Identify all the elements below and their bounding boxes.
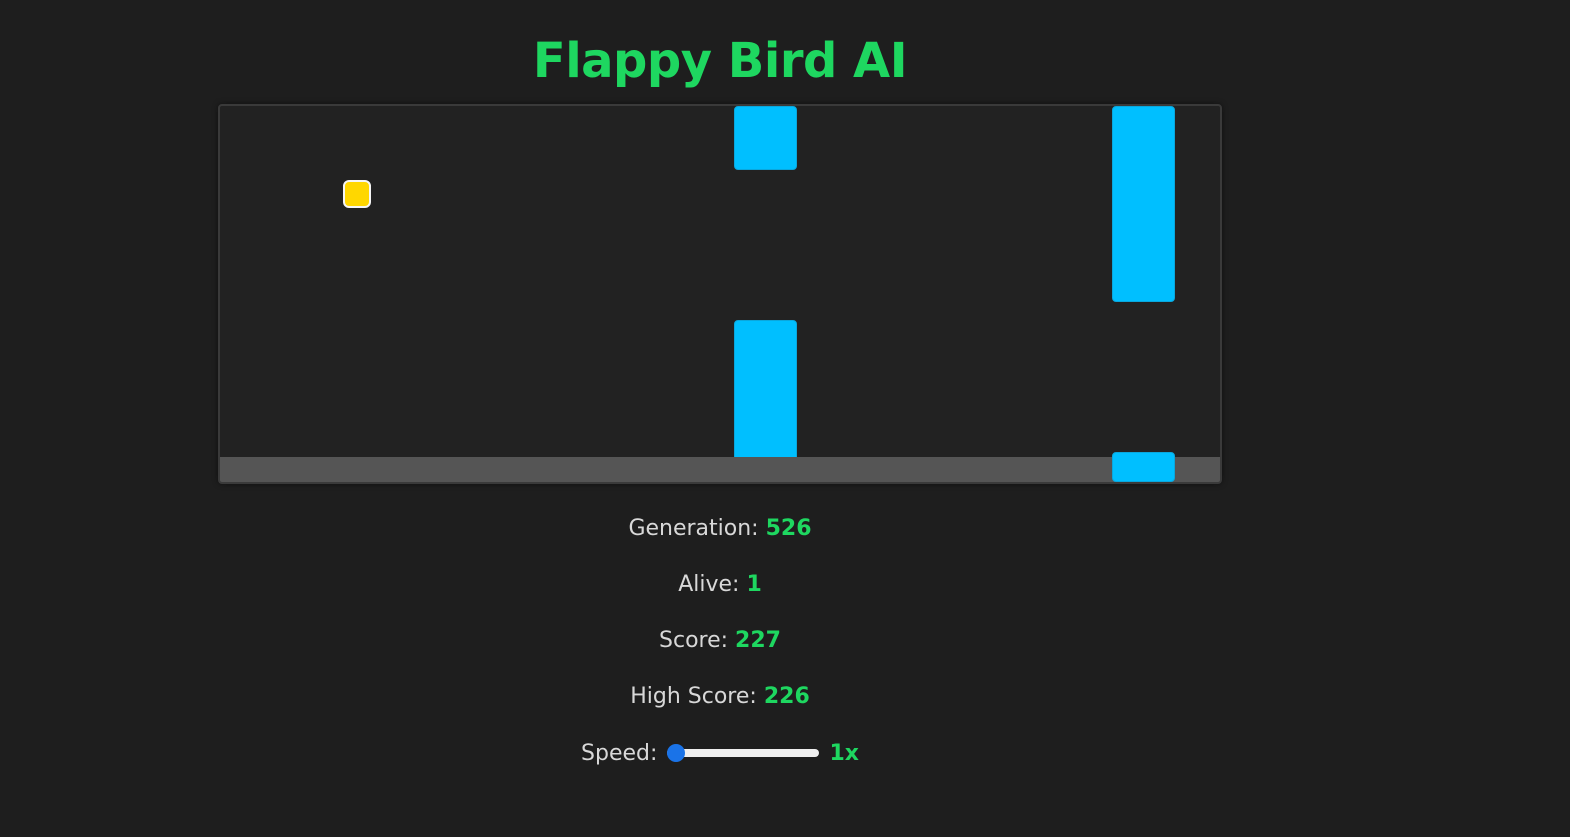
- ground: [220, 457, 1220, 482]
- alive-label: Alive:: [678, 572, 740, 597]
- high-score-stat: High Score: 226: [220, 678, 1220, 734]
- bird: [343, 180, 371, 208]
- generation-label: Generation:: [628, 516, 759, 541]
- speed-label: Speed:: [581, 740, 658, 766]
- high-score-label: High Score:: [630, 684, 757, 709]
- speed-control: Speed: 1x: [220, 734, 1220, 772]
- score-value: 227: [735, 628, 781, 653]
- page-title: Flappy Bird AI: [532, 33, 908, 89]
- game-canvas[interactable]: [218, 104, 1222, 484]
- score-label: Score:: [659, 628, 729, 653]
- pipe-top-2: [1112, 106, 1175, 302]
- score-stat: Score: 227: [220, 622, 1220, 678]
- speed-value: 1x: [829, 740, 859, 766]
- speed-slider[interactable]: [667, 744, 820, 762]
- alive-stat: Alive: 1: [220, 566, 1220, 622]
- pipe-top-1: [734, 106, 797, 170]
- alive-value: 1: [746, 572, 762, 597]
- stats-panel: Generation: 526 Alive: 1 Score: 227 High…: [220, 510, 1220, 772]
- pipe-bottom-2: [1112, 452, 1175, 482]
- generation-value: 526: [765, 516, 812, 541]
- speed-slider-track[interactable]: [667, 749, 820, 757]
- generation-stat: Generation: 526: [220, 510, 1220, 566]
- high-score-value: 226: [763, 684, 810, 709]
- speed-slider-thumb[interactable]: [667, 744, 686, 762]
